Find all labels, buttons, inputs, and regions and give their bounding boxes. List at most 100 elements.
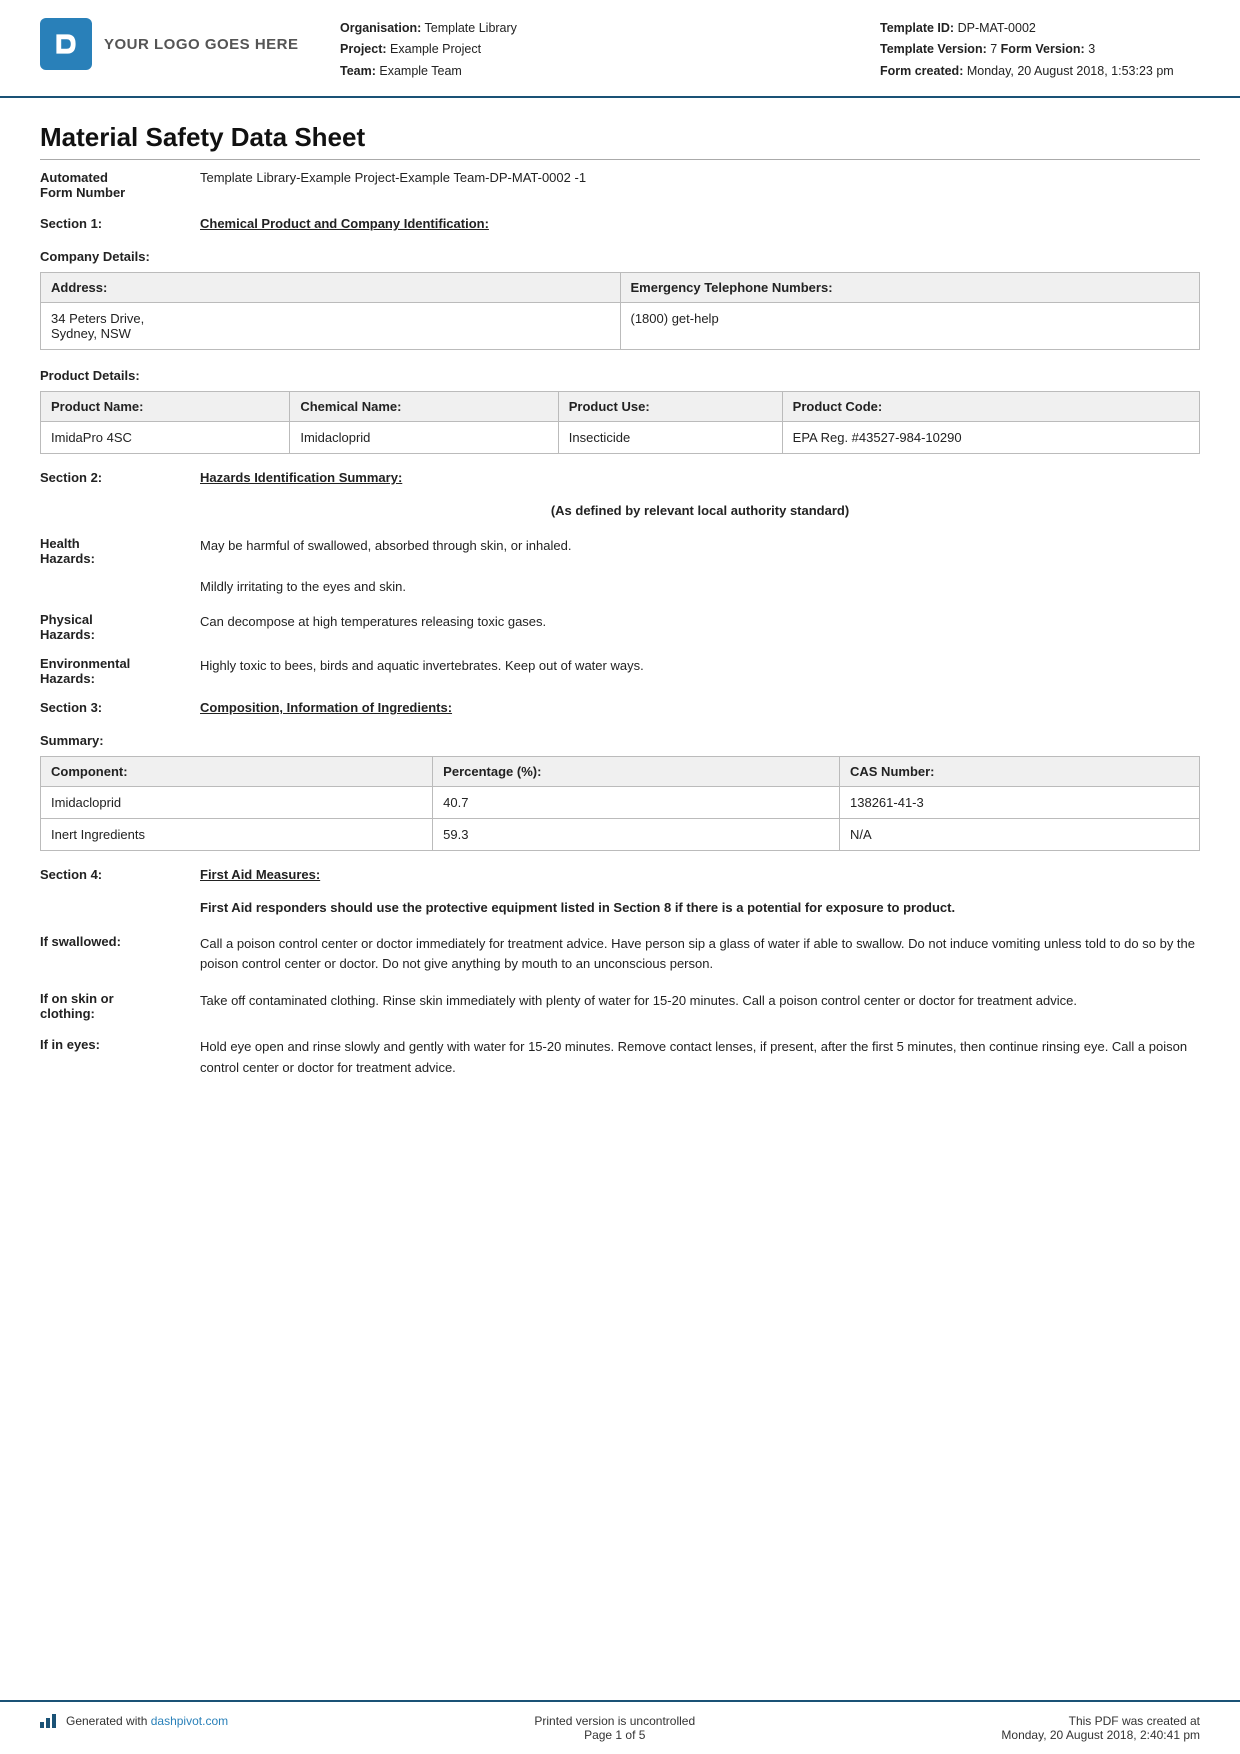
firstaid-skin-value: Take off contaminated clothing. Rinse sk…: [200, 991, 1077, 1012]
logo-icon: [40, 18, 92, 70]
form-version-value: 3: [1088, 42, 1095, 56]
footer-uncontrolled: Printed version is uncontrolled: [534, 1714, 695, 1728]
section3-label: Section 3:: [40, 700, 200, 715]
hazard-center-note: (As defined by relevant local authority …: [200, 503, 1200, 518]
company-phone: (1800) get-help: [620, 302, 1200, 349]
hazard-environmental: EnvironmentalHazards: Highly toxic to be…: [40, 656, 1200, 686]
company-table-col1-header: Address:: [41, 272, 621, 302]
ing-col-percentage: Percentage (%):: [433, 757, 840, 787]
ingredients-table: Component: Percentage (%): CAS Number: I…: [40, 756, 1200, 851]
footer-pdf-label: This PDF was created at: [1001, 1714, 1200, 1728]
hazard-health-value: May be harmful of swallowed, absorbed th…: [200, 536, 571, 598]
org-label: Organisation:: [340, 21, 421, 35]
section1-header: Section 1: Chemical Product and Company …: [40, 216, 1200, 231]
firstaid-eyes: If in eyes: Hold eye open and rinse slow…: [40, 1037, 1200, 1079]
logo-text: YOUR LOGO GOES HERE: [104, 36, 299, 53]
section4-header: Section 4: First Aid Measures:: [40, 867, 1200, 882]
main-content: Material Safety Data Sheet AutomatedForm…: [0, 98, 1240, 1700]
product-use: Insecticide: [558, 421, 782, 453]
firstaid-skin-label: If on skin orclothing:: [40, 991, 200, 1021]
ing-name-2: Inert Ingredients: [41, 819, 433, 851]
section3-header: Section 3: Composition, Information of I…: [40, 700, 1200, 715]
product-details-title: Product Details:: [40, 368, 1200, 383]
ing-name-1: Imidacloprid: [41, 787, 433, 819]
footer-dashpivot-link[interactable]: dashpivot.com: [151, 1714, 228, 1728]
form-created-label: Form created:: [880, 64, 963, 78]
company-details-title: Company Details:: [40, 249, 1200, 264]
org-value: Template Library: [425, 21, 517, 35]
form-number-value: Template Library-Example Project-Example…: [200, 170, 586, 185]
ingredient-row-2: Inert Ingredients 59.3 N/A: [41, 819, 1200, 851]
company-table-col2-header: Emergency Telephone Numbers:: [620, 272, 1200, 302]
section1-title: Chemical Product and Company Identificat…: [200, 216, 489, 231]
bar-chart-icon: [40, 1714, 56, 1728]
bar2: [46, 1718, 50, 1728]
template-id-label: Template ID:: [880, 21, 954, 35]
section3-summary-title: Summary:: [40, 733, 1200, 748]
footer-left: Generated with dashpivot.com: [40, 1714, 228, 1728]
firstaid-eyes-value: Hold eye open and rinse slowly and gentl…: [200, 1037, 1200, 1079]
product-col-chemical: Chemical Name:: [290, 391, 558, 421]
footer-generated-text: Generated with: [66, 1714, 147, 1728]
form-version-label: Form Version:: [1001, 42, 1085, 56]
product-row: ImidaPro 4SC Imidacloprid Insecticide EP…: [41, 421, 1200, 453]
firstaid-skin: If on skin orclothing: Take off contamin…: [40, 991, 1200, 1021]
hazard-environmental-value: Highly toxic to bees, birds and aquatic …: [200, 656, 644, 677]
hazard-health-label: HealthHazards:: [40, 536, 200, 566]
section4-title: First Aid Measures:: [200, 867, 320, 882]
product-chemical: Imidacloprid: [290, 421, 558, 453]
hazard-physical-label: PhysicalHazards:: [40, 612, 200, 642]
document-footer: Generated with dashpivot.com Printed ver…: [0, 1700, 1240, 1754]
product-details-table: Product Name: Chemical Name: Product Use…: [40, 391, 1200, 454]
product-name: ImidaPro 4SC: [41, 421, 290, 453]
section2-label: Section 2:: [40, 470, 200, 485]
hazard-physical: PhysicalHazards: Can decompose at high t…: [40, 612, 1200, 642]
hazard-environmental-label: EnvironmentalHazards:: [40, 656, 200, 686]
company-address: 34 Peters Drive,Sydney, NSW: [41, 302, 621, 349]
section2-header: Section 2: Hazards Identification Summar…: [40, 470, 1200, 485]
ing-cas-1: 138261-41-3: [840, 787, 1200, 819]
template-version-label: Template Version:: [880, 42, 987, 56]
hazard-health: HealthHazards: May be harmful of swallow…: [40, 536, 1200, 598]
template-id-value: DP-MAT-0002: [958, 21, 1036, 35]
footer-pdf-value: Monday, 20 August 2018, 2:40:41 pm: [1001, 1728, 1200, 1742]
form-number-label: AutomatedForm Number: [40, 170, 200, 200]
section4-label: Section 4:: [40, 867, 200, 882]
project-value: Example Project: [390, 42, 481, 56]
product-col-code: Product Code:: [782, 391, 1199, 421]
footer-right: This PDF was created at Monday, 20 Augus…: [1001, 1714, 1200, 1742]
project-label: Project:: [340, 42, 387, 56]
company-details-table: Address: Emergency Telephone Numbers: 34…: [40, 272, 1200, 350]
firstaid-swallowed-label: If swallowed:: [40, 934, 200, 949]
ing-col-cas: CAS Number:: [840, 757, 1200, 787]
section2-title: Hazards Identification Summary:: [200, 470, 402, 485]
ing-pct-1: 40.7: [433, 787, 840, 819]
header-meta-right: Template ID: DP-MAT-0002 Template Versio…: [880, 18, 1200, 82]
header-meta-center: Organisation: Template Library Project: …: [340, 18, 880, 82]
template-version-value: 7: [990, 42, 997, 56]
ing-cas-2: N/A: [840, 819, 1200, 851]
footer-center: Printed version is uncontrolled Page 1 o…: [534, 1714, 695, 1742]
ing-pct-2: 59.3: [433, 819, 840, 851]
firstaid-swallowed-value: Call a poison control center or doctor i…: [200, 934, 1200, 976]
footer-page: Page 1 of 5: [534, 1728, 695, 1742]
form-created-value: Monday, 20 August 2018, 1:53:23 pm: [967, 64, 1174, 78]
section1-label: Section 1:: [40, 216, 200, 231]
product-code: EPA Reg. #43527-984-10290: [782, 421, 1199, 453]
hazard-physical-value: Can decompose at high temperatures relea…: [200, 612, 546, 633]
section3-title: Composition, Information of Ingredients:: [200, 700, 452, 715]
bar1: [40, 1722, 44, 1728]
firstaid-swallowed: If swallowed: Call a poison control cent…: [40, 934, 1200, 976]
bar3: [52, 1714, 56, 1728]
document-header: YOUR LOGO GOES HERE Organisation: Templa…: [0, 0, 1240, 98]
product-col-name: Product Name:: [41, 391, 290, 421]
firstaid-note: First Aid responders should use the prot…: [200, 898, 1200, 918]
ing-col-component: Component:: [41, 757, 433, 787]
form-number-row: AutomatedForm Number Template Library-Ex…: [40, 170, 1200, 200]
product-col-use: Product Use:: [558, 391, 782, 421]
team-value: Example Team: [379, 64, 461, 78]
document-title: Material Safety Data Sheet: [40, 122, 1200, 160]
ingredient-row-1: Imidacloprid 40.7 138261-41-3: [41, 787, 1200, 819]
firstaid-eyes-label: If in eyes:: [40, 1037, 200, 1052]
team-label: Team:: [340, 64, 376, 78]
